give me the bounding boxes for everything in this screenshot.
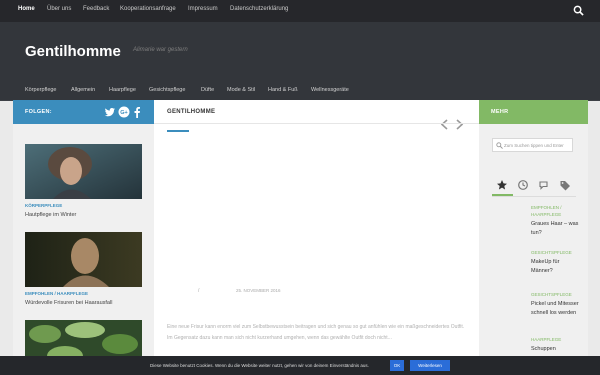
item-title[interactable]: Pickel und Mitesser schnell los werden bbox=[531, 300, 581, 318]
post-category[interactable]: EMPFOHLEN / HAARPFLEGE bbox=[25, 291, 142, 296]
sidebar-list-item[interactable]: GESICHTSPFLEGE Pickel und Mitesser schne… bbox=[531, 291, 581, 318]
nav-feedback[interactable]: Feedback bbox=[83, 6, 109, 12]
cat-wellnessgeraete[interactable]: Wellnessgeräte bbox=[311, 87, 349, 93]
cat-haarpflege[interactable]: Haarpflege bbox=[109, 87, 136, 93]
more-label: MEHR bbox=[491, 109, 509, 115]
item-category[interactable]: GESICHTSPFLEGE bbox=[531, 291, 581, 298]
heading-divider bbox=[154, 123, 479, 124]
sidebar-post[interactable]: KÖRPERPFLEGE Hautpflege im Winter bbox=[25, 144, 142, 218]
site-title[interactable]: Gentilhomme bbox=[25, 43, 121, 60]
search-icon[interactable] bbox=[573, 5, 584, 16]
svg-text:G+: G+ bbox=[120, 110, 128, 116]
post-thumbnail[interactable] bbox=[25, 144, 142, 199]
google-plus-icon[interactable]: G+ bbox=[118, 106, 130, 118]
sidebar-post[interactable]: EMPFOHLEN / HAARPFLEGE Würdevolle Frisur… bbox=[25, 232, 142, 306]
cookie-more-button[interactable]: Weiterlesen bbox=[410, 360, 450, 371]
facebook-icon[interactable] bbox=[131, 106, 143, 118]
chevron-right-icon[interactable] bbox=[455, 119, 464, 130]
meta-separator: / bbox=[198, 288, 200, 294]
cat-mode-stil[interactable]: Mode & Stil bbox=[227, 87, 255, 93]
follow-label: FOLGEN: bbox=[25, 109, 52, 115]
sidebar-list-item[interactable]: EMPFOHLEN / HAARPFLEGE Graues Haar – was… bbox=[531, 204, 581, 238]
chevron-left-icon[interactable] bbox=[440, 119, 449, 130]
right-sidebar: Zum Suchen tippen und Enter EMPFOHLEN / … bbox=[479, 124, 588, 375]
site-tagline: Alimarie war gestern bbox=[133, 47, 188, 53]
sidebar-list-item[interactable]: GESICHTSPFLEGE MakeUp für Männer? bbox=[531, 249, 581, 276]
more-header: MEHR bbox=[479, 100, 588, 124]
cat-koerperpflege[interactable]: Körperpflege bbox=[25, 87, 57, 93]
item-title[interactable]: Schuppen bbox=[531, 345, 581, 354]
nav-ueber-uns[interactable]: Über uns bbox=[47, 6, 71, 12]
twitter-icon[interactable] bbox=[104, 106, 116, 118]
nav-impressum[interactable]: Impressum bbox=[188, 6, 218, 12]
cat-hand-fuss[interactable]: Hand & Fuß bbox=[268, 87, 298, 93]
tags-icon[interactable] bbox=[559, 179, 571, 191]
nav-home[interactable]: Home bbox=[18, 6, 35, 12]
post-date: 25. NOVEMBER 2016 bbox=[236, 288, 281, 293]
search-icon bbox=[496, 142, 503, 149]
slider-indicator bbox=[167, 130, 189, 132]
top-navigation-bar: Home Über uns Feedback Kooperationsanfra… bbox=[0, 0, 600, 22]
left-sidebar: KÖRPERPFLEGE Hautpflege im Winter EMPFOH… bbox=[13, 124, 154, 375]
cookie-ok-button[interactable]: OK bbox=[390, 360, 404, 371]
tabs-divider bbox=[492, 196, 576, 197]
nav-datenschutz[interactable]: Datenschutzerklärung bbox=[230, 6, 288, 12]
star-icon[interactable] bbox=[496, 179, 508, 191]
cookie-text: Diese Website benutzt Cookies. Wenn du d… bbox=[150, 363, 369, 368]
post-title[interactable]: Hautpflege im Winter bbox=[25, 212, 142, 218]
cat-allgemein[interactable]: Allgemein bbox=[71, 87, 95, 93]
post-category[interactable]: KÖRPERPFLEGE bbox=[25, 203, 142, 208]
cat-gesichtspflege[interactable]: Gesichtspflege bbox=[149, 87, 185, 93]
post-thumbnail[interactable] bbox=[25, 232, 142, 287]
main-content: GENTILHOMME / 25. NOVEMBER 2016 Eine neu… bbox=[154, 100, 479, 375]
post-excerpt: Eine neue Frisur kann enorm viel zum Sel… bbox=[167, 324, 465, 341]
post-title[interactable]: Würdevolle Frisuren bei Haarausfall bbox=[25, 300, 142, 306]
follow-header: FOLGEN: G+ bbox=[13, 100, 154, 124]
main-heading: GENTILHOMME bbox=[167, 109, 216, 115]
item-category[interactable]: HAARPFLEGE bbox=[531, 336, 581, 343]
clock-icon[interactable] bbox=[517, 179, 529, 191]
item-title[interactable]: MakeUp für Männer? bbox=[531, 258, 581, 276]
sidebar-search-input[interactable]: Zum Suchen tippen und Enter bbox=[492, 138, 573, 152]
site-header: Gentilhomme Alimarie war gestern Körperp… bbox=[0, 22, 600, 101]
item-category[interactable]: EMPFOHLEN / HAARPFLEGE bbox=[531, 204, 581, 218]
sidebar-list-item[interactable]: HAARPFLEGE Schuppen bbox=[531, 336, 581, 354]
cookie-banner: Diese Website benutzt Cookies. Wenn du d… bbox=[0, 356, 600, 375]
search-placeholder: Zum Suchen tippen und Enter bbox=[504, 143, 564, 148]
item-title[interactable]: Graues Haar – was tun? bbox=[531, 220, 581, 238]
cat-duefte[interactable]: Düfte bbox=[201, 87, 214, 93]
nav-kooperationsanfrage[interactable]: Kooperationsanfrage bbox=[120, 6, 176, 12]
item-category[interactable]: GESICHTSPFLEGE bbox=[531, 249, 581, 256]
comments-icon[interactable] bbox=[538, 179, 550, 191]
